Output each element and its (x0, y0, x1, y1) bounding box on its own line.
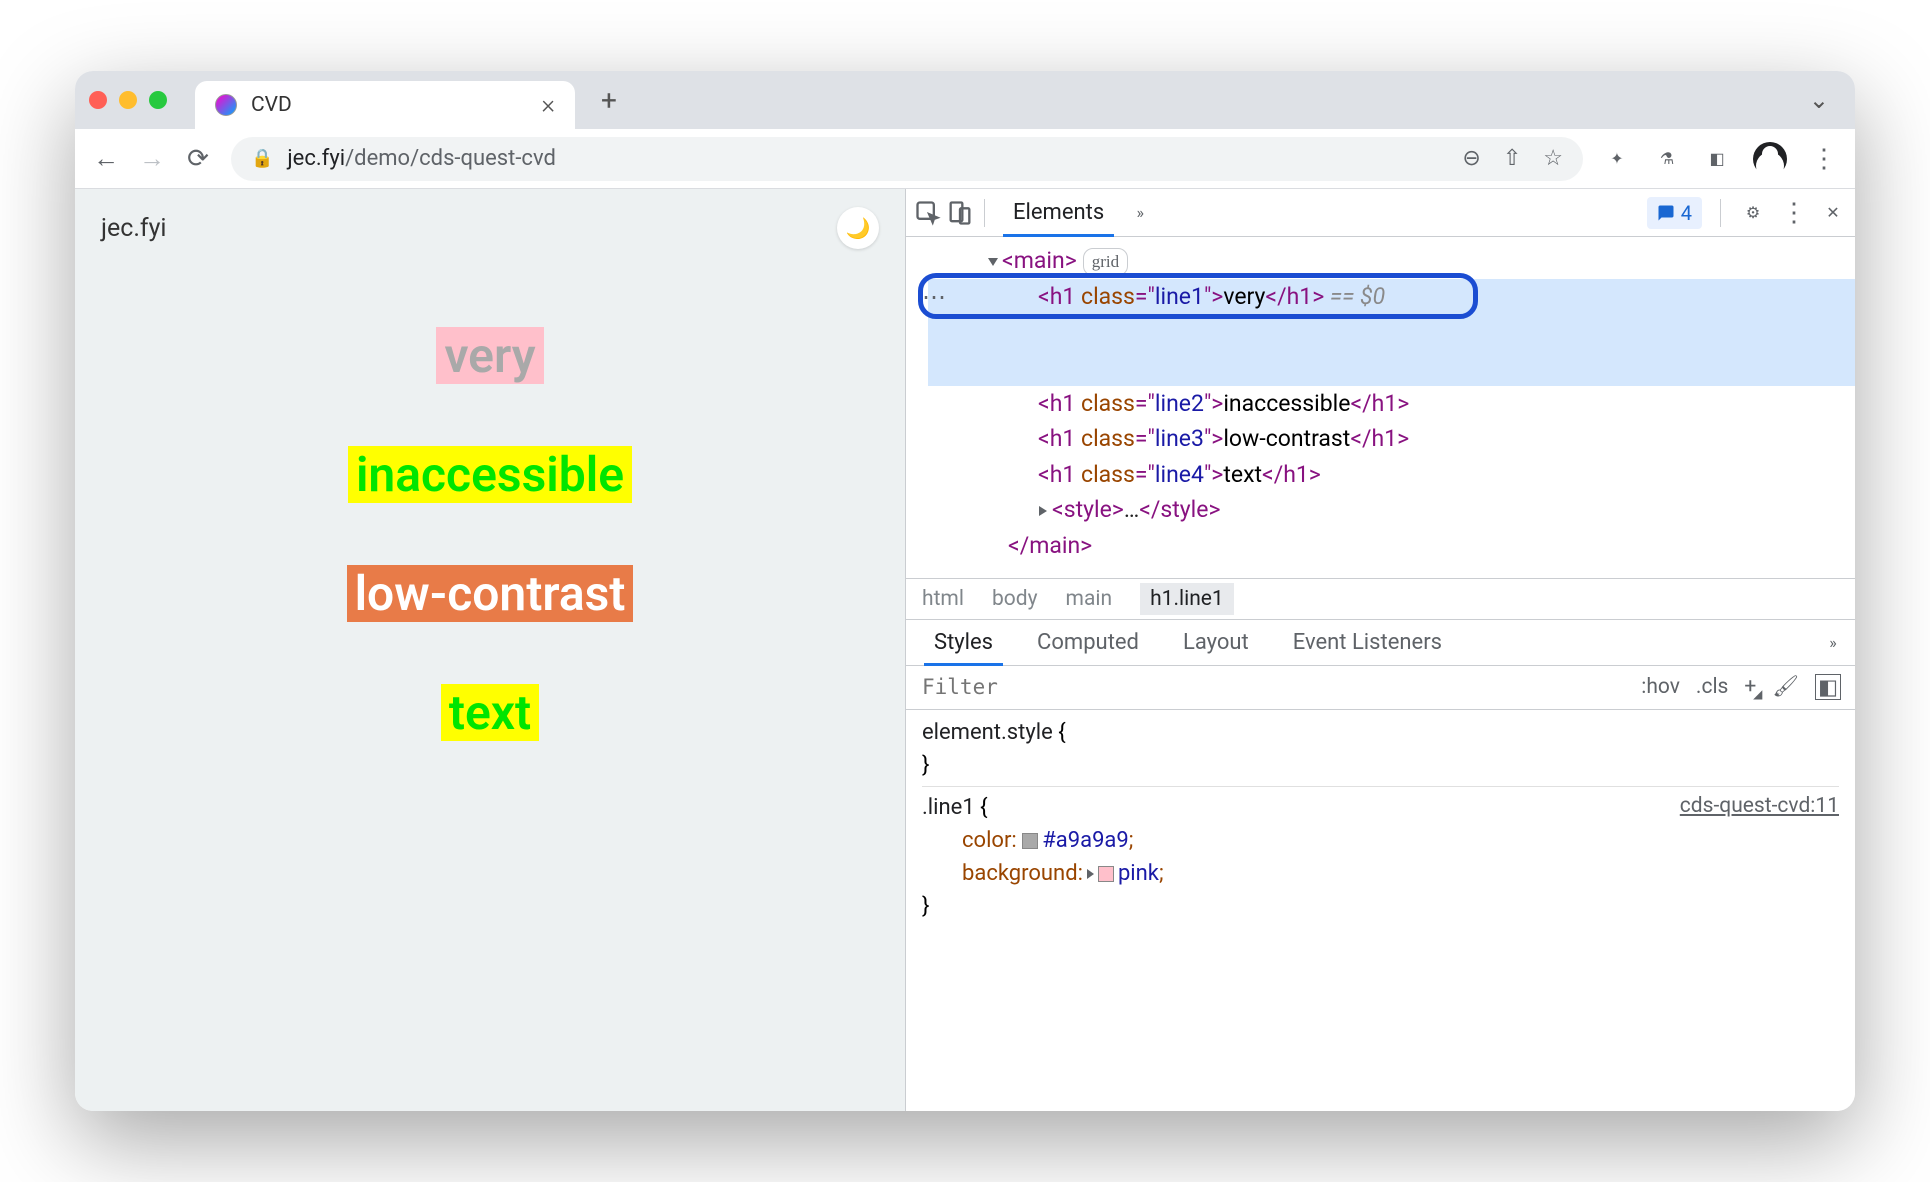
browser-tab[interactable]: CVD × (195, 81, 575, 129)
bookmark-icon[interactable]: ☆ (1543, 146, 1563, 171)
sidepanel-icon[interactable]: ◧ (1703, 145, 1731, 173)
maximize-window-button[interactable] (149, 91, 167, 109)
tab-strip: CVD × + ⌄ (75, 71, 1855, 129)
tab-close-button[interactable]: × (541, 90, 555, 120)
dom-node-h1-line2[interactable]: <h1 class="line2">inaccessible</h1> (928, 386, 1855, 422)
window-controls (89, 91, 167, 109)
tab-elements[interactable]: Elements (995, 189, 1122, 236)
url-path: /demo/cds-quest-cvd (345, 146, 556, 171)
tab-favicon (215, 94, 237, 116)
dom-node-h1-line3[interactable]: <h1 class="line3">low-contrast</h1> (928, 421, 1855, 457)
page-brand: jec.fyi (101, 214, 167, 243)
crumb-main[interactable]: main (1066, 587, 1113, 611)
cls-button[interactable]: .cls (1696, 675, 1728, 699)
more-tabs-icon[interactable]: » (1126, 199, 1154, 227)
heading-line4: text (441, 684, 539, 741)
new-tab-button[interactable]: + (587, 84, 631, 117)
heading-line1: very (436, 327, 543, 384)
dom-node-style[interactable]: <style>…</style> (928, 492, 1855, 528)
tab-styles[interactable]: Styles (914, 620, 1013, 665)
new-rule-button[interactable]: +◢ (1744, 675, 1756, 699)
dom-actions-icon[interactable]: ⋯ (922, 279, 945, 316)
devtools-panel: Elements » 4 ⚙ ⋮ ✕ <main>grid ⋯<h1 class… (905, 189, 1855, 1111)
zoom-icon[interactable]: ⊖ (1462, 146, 1480, 171)
issues-badge[interactable]: 4 (1647, 197, 1702, 229)
tab-title: CVD (251, 93, 527, 117)
settings-icon[interactable]: ⚙ (1739, 199, 1767, 227)
dom-node-h1-line1[interactable]: ⋯<h1 class="line1">very</h1> == $0 (928, 279, 1855, 386)
browser-toolbar: ← → ⟳ 🔒 jec.fyi/demo/cds-quest-cvd ⊖ ⇧ ☆… (75, 129, 1855, 189)
minimize-window-button[interactable] (119, 91, 137, 109)
share-icon[interactable]: ⇧ (1503, 146, 1521, 171)
close-window-button[interactable] (89, 91, 107, 109)
expand-icon[interactable] (1087, 869, 1094, 879)
styles-filter-input[interactable] (906, 675, 1627, 699)
devtools-tabbar: Elements » 4 ⚙ ⋮ ✕ (906, 189, 1855, 237)
heading-line2: inaccessible (348, 446, 632, 503)
rule-line1-selector[interactable]: .line1 (922, 795, 975, 820)
dom-node-main[interactable]: <main>grid (928, 243, 1855, 279)
url-host: jec.fyi (287, 146, 345, 171)
theme-toggle-button[interactable]: 🌙 (837, 207, 879, 249)
rule-element-style[interactable]: element.style (922, 720, 1053, 745)
source-link[interactable]: cds-quest-cvd:11 (1680, 791, 1839, 823)
rule-color[interactable]: color: #a9a9a9; (922, 824, 1839, 857)
dom-node-main-close[interactable]: </main> (928, 528, 1855, 564)
menu-button[interactable]: ⋮ (1809, 145, 1837, 173)
dom-tree[interactable]: <main>grid ⋯<h1 class="line1">very</h1> … (906, 237, 1855, 578)
profile-avatar[interactable] (1753, 142, 1787, 176)
tab-computed[interactable]: Computed (1017, 620, 1159, 665)
address-bar[interactable]: 🔒 jec.fyi/demo/cds-quest-cvd ⊖ ⇧ ☆ (231, 137, 1583, 181)
inspect-icon[interactable] (914, 199, 942, 227)
tab-listeners[interactable]: Event Listeners (1273, 620, 1462, 665)
paint-icon[interactable]: 🖌 (1772, 675, 1799, 699)
heading-line3: low-contrast (347, 565, 634, 622)
color-swatch[interactable] (1022, 833, 1038, 849)
crumb-html[interactable]: html (922, 587, 964, 611)
computed-toggle-icon[interactable]: ◧ (1815, 674, 1841, 700)
reload-button[interactable]: ⟳ (185, 146, 211, 172)
rule-background[interactable]: background:pink; (922, 857, 1839, 890)
content-area: jec.fyi 🌙 very inaccessible low-contrast… (75, 189, 1855, 1111)
browser-window: CVD × + ⌄ ← → ⟳ 🔒 jec.fyi/demo/cds-quest… (75, 71, 1855, 1111)
tab-search-button[interactable]: ⌄ (1809, 86, 1829, 114)
bg-swatch[interactable] (1098, 866, 1114, 882)
tab-layout[interactable]: Layout (1163, 620, 1269, 665)
styles-rules[interactable]: element.style { } .line1 {cds-quest-cvd:… (906, 710, 1855, 929)
device-toggle-icon[interactable] (946, 199, 974, 227)
crumb-body[interactable]: body (992, 587, 1038, 611)
back-button[interactable]: ← (93, 146, 119, 172)
devtools-menu-icon[interactable]: ⋮ (1779, 199, 1807, 227)
more-styles-tabs-icon[interactable]: » (1819, 628, 1847, 656)
lock-icon: 🔒 (251, 148, 273, 169)
page-viewport: jec.fyi 🌙 very inaccessible low-contrast… (75, 189, 905, 1111)
devtools-close-icon[interactable]: ✕ (1819, 199, 1847, 227)
breadcrumb: html body main h1.line1 (906, 578, 1855, 620)
issues-count: 4 (1681, 201, 1692, 225)
extensions-icon[interactable]: ✦ (1603, 145, 1631, 173)
hov-button[interactable]: :hov (1641, 675, 1680, 699)
styles-tabbar: Styles Computed Layout Event Listeners » (906, 620, 1855, 666)
forward-button[interactable]: → (139, 146, 165, 172)
crumb-h1[interactable]: h1.line1 (1140, 583, 1234, 615)
dom-node-h1-line4[interactable]: <h1 class="line4">text</h1> (928, 457, 1855, 493)
styles-filter-bar: :hov .cls +◢ 🖌 ◧ (906, 666, 1855, 710)
labs-icon[interactable]: ⚗ (1653, 145, 1681, 173)
